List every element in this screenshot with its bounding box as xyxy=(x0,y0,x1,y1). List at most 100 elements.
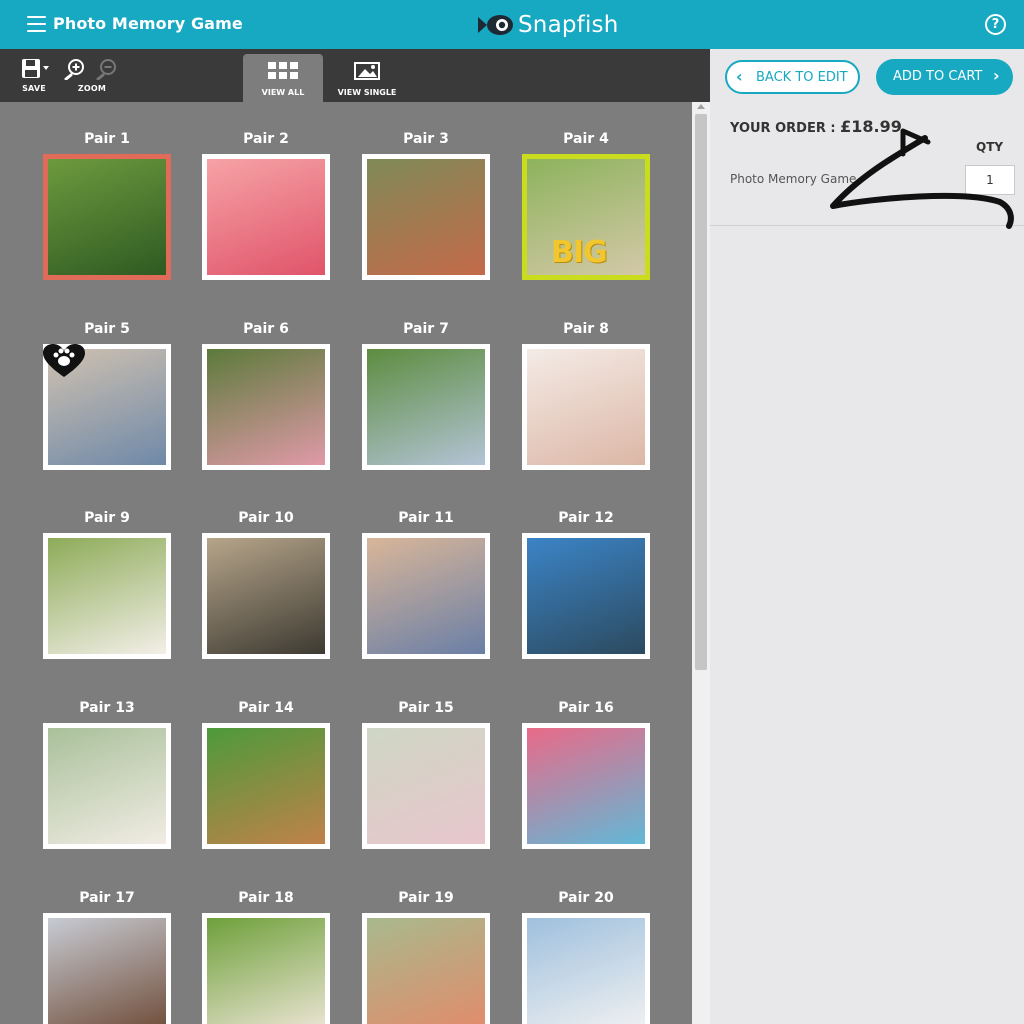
pair-photo xyxy=(367,728,485,844)
photo-frame[interactable] xyxy=(43,344,171,470)
pair-tile[interactable]: Pair 8 xyxy=(522,321,650,470)
photo-frame[interactable] xyxy=(43,913,171,1024)
pair-tile[interactable]: Pair 16 xyxy=(522,700,650,849)
pair-label: Pair 5 xyxy=(84,321,130,337)
photo-frame[interactable] xyxy=(202,344,330,470)
pair-tile[interactable]: Pair 2 xyxy=(202,131,330,280)
photo-frame[interactable] xyxy=(362,723,490,849)
back-to-edit-button[interactable]: ‹ BACK TO EDIT xyxy=(725,60,860,94)
photo-frame[interactable] xyxy=(522,533,650,659)
pair-label: Pair 16 xyxy=(558,700,614,716)
pair-photo xyxy=(527,918,645,1024)
floppy-disk-icon xyxy=(22,59,49,78)
pair-tile[interactable]: Pair 20 xyxy=(522,890,650,1024)
pair-tile[interactable]: Pair 3 xyxy=(362,131,490,280)
scrollbar-thumb[interactable] xyxy=(695,114,707,670)
photo-frame[interactable] xyxy=(43,723,171,849)
brand-logo[interactable]: Snapfish xyxy=(478,9,619,41)
photo-frame[interactable] xyxy=(43,533,171,659)
pair-photo xyxy=(207,159,325,275)
pair-tile[interactable]: Pair 9 xyxy=(43,510,171,659)
save-button[interactable]: SAVE xyxy=(14,58,54,93)
photo-frame[interactable] xyxy=(202,723,330,849)
pair-tile[interactable]: Pair 7 xyxy=(362,321,490,470)
photo-frame[interactable] xyxy=(43,154,171,280)
photo-frame[interactable] xyxy=(522,913,650,1024)
pair-photo xyxy=(207,918,325,1024)
pair-tile[interactable]: Pair 5 xyxy=(43,321,171,470)
chevron-right-icon: › xyxy=(993,66,1000,85)
pair-tile[interactable]: Pair 4 BIG xyxy=(522,131,650,280)
pair-label: Pair 4 xyxy=(563,131,609,147)
divider xyxy=(710,225,1024,226)
sticker-text: BIG xyxy=(551,235,608,270)
pair-label: Pair 12 xyxy=(558,510,614,526)
tab-view-all-label: VIEW ALL xyxy=(261,88,305,97)
pair-photo xyxy=(527,349,645,465)
pair-photo: BIG xyxy=(527,159,645,275)
photo-frame[interactable] xyxy=(202,913,330,1024)
order-item-name: Photo Memory Game xyxy=(730,172,857,186)
pair-label: Pair 13 xyxy=(79,700,135,716)
pair-tile[interactable]: Pair 19 xyxy=(362,890,490,1024)
photo-frame[interactable] xyxy=(522,344,650,470)
tab-view-single[interactable]: VIEW SINGLE xyxy=(327,54,407,102)
zoom-controls: ZOOM xyxy=(62,58,122,93)
qty-input[interactable] xyxy=(965,165,1015,195)
pair-label: Pair 14 xyxy=(238,700,294,716)
pair-tile[interactable]: Pair 10 xyxy=(202,510,330,659)
pair-label: Pair 7 xyxy=(403,321,449,337)
zoom-in-icon[interactable] xyxy=(64,59,84,81)
photo-frame[interactable] xyxy=(362,344,490,470)
pair-photo xyxy=(48,728,166,844)
pair-tile[interactable]: Pair 13 xyxy=(43,700,171,849)
pair-tile[interactable]: Pair 18 xyxy=(202,890,330,1024)
save-label: SAVE xyxy=(22,84,46,93)
pair-tile[interactable]: Pair 12 xyxy=(522,510,650,659)
pair-label: Pair 8 xyxy=(563,321,609,337)
pair-photo xyxy=(367,918,485,1024)
add-to-cart-button[interactable]: ADD TO CART › xyxy=(876,59,1013,95)
pair-label: Pair 20 xyxy=(558,890,614,906)
pair-tile[interactable]: Pair 15 xyxy=(362,700,490,849)
pairs-canvas: Pair 1 Pair 2 Pair 3 Pair 4 BIG Pair 5 Pair 6 P… xyxy=(0,102,710,1024)
order-price: £18.99 xyxy=(840,117,902,136)
photo-frame[interactable] xyxy=(202,154,330,280)
photo-frame[interactable] xyxy=(362,154,490,280)
qty-label: QTY xyxy=(976,140,1004,154)
help-icon[interactable]: ? xyxy=(985,14,1006,35)
paw-heart-icon xyxy=(43,344,85,377)
pair-photo xyxy=(367,538,485,654)
photo-frame[interactable] xyxy=(522,723,650,849)
pair-tile[interactable]: Pair 17 xyxy=(43,890,171,1024)
pair-label: Pair 15 xyxy=(398,700,454,716)
image-icon xyxy=(354,62,380,80)
photo-frame[interactable] xyxy=(362,533,490,659)
scroll-up-arrow-icon[interactable] xyxy=(697,104,705,109)
pair-photo xyxy=(48,918,166,1024)
pair-tile[interactable]: Pair 11 xyxy=(362,510,490,659)
pair-label: Pair 17 xyxy=(79,890,135,906)
pair-label: Pair 3 xyxy=(403,131,449,147)
hamburger-menu-icon[interactable] xyxy=(27,16,46,32)
photo-frame[interactable] xyxy=(202,533,330,659)
pair-tile[interactable]: Pair 14 xyxy=(202,700,330,849)
photo-frame[interactable]: BIG xyxy=(522,154,650,280)
order-summary: YOUR ORDER : £18.99 xyxy=(730,117,902,136)
photo-frame[interactable] xyxy=(362,913,490,1024)
pair-tile[interactable]: Pair 6 xyxy=(202,321,330,470)
editor-toolbar: SAVE ZOOM VIEW ALL VIEW SINGLE xyxy=(0,49,710,102)
tab-view-all[interactable]: VIEW ALL xyxy=(243,54,323,102)
brand-name: Snapfish xyxy=(518,12,619,38)
pair-tile[interactable]: Pair 1 xyxy=(43,131,171,280)
fish-icon xyxy=(478,15,513,35)
app-title: Photo Memory Game xyxy=(53,14,243,33)
grid-icon xyxy=(268,62,298,79)
vertical-scrollbar[interactable] xyxy=(692,102,710,1024)
top-bar: Photo Memory Game Snapfish ? xyxy=(0,0,1024,49)
zoom-out-icon[interactable] xyxy=(96,59,116,81)
pair-label: Pair 2 xyxy=(243,131,289,147)
order-panel: ‹ BACK TO EDIT ADD TO CART › YOUR ORDER … xyxy=(710,49,1024,1024)
pair-label: Pair 10 xyxy=(238,510,294,526)
pair-photo xyxy=(527,538,645,654)
